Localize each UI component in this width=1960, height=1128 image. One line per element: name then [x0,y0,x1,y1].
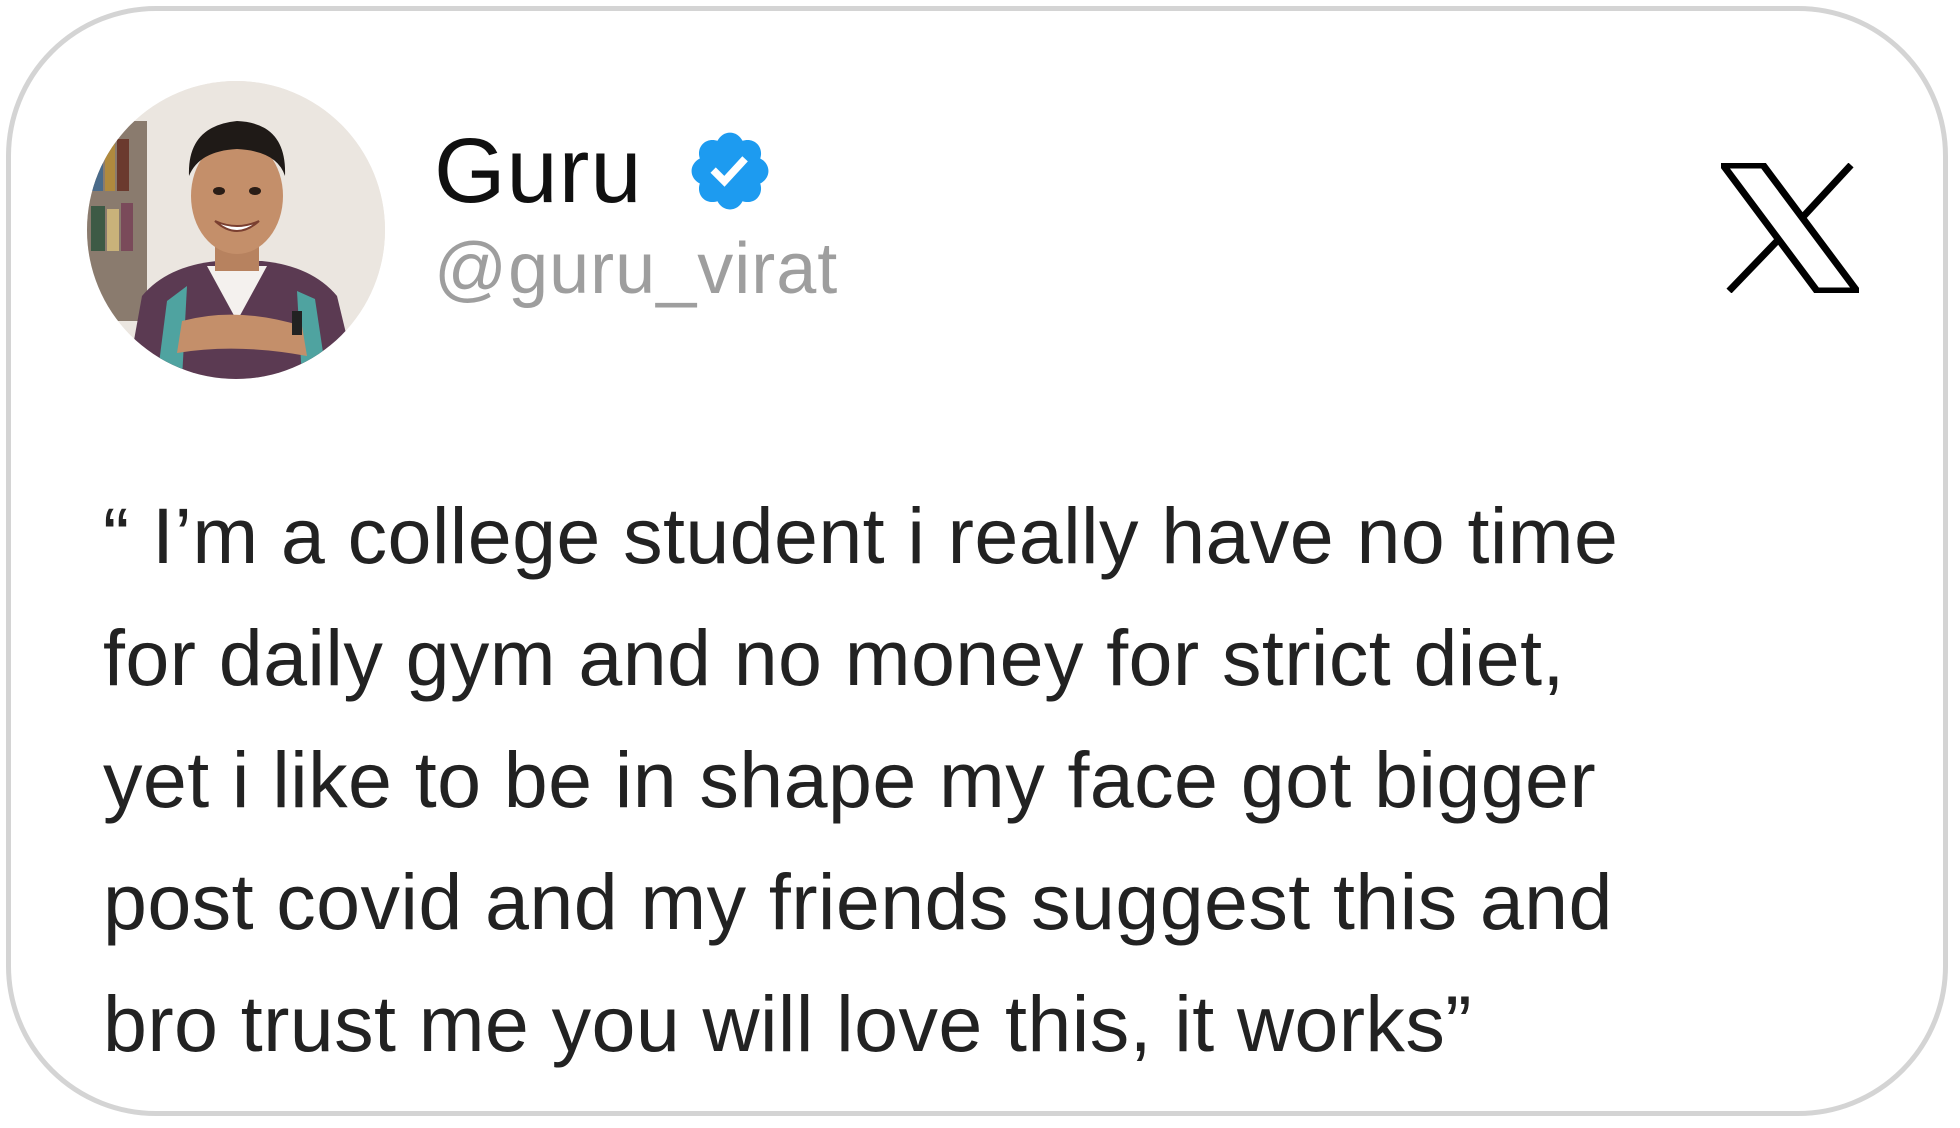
name-row: Guru [434,116,775,226]
tweet-line: for daily gym and no money for strict di… [103,613,1565,702]
display-name[interactable]: Guru [434,125,643,217]
tweet-card: Guru @guru_virat “ I’m a college student… [6,6,1948,1116]
tweet-line: post covid and my friends suggest this a… [103,857,1613,946]
x-logo-icon[interactable] [1721,163,1859,293]
tweet-text: “ I’m a college student i really have no… [103,475,1903,1085]
avatar[interactable] [87,81,385,379]
tweet-line: “ I’m a college student i really have no… [103,491,1619,580]
verified-badge-icon [691,132,768,210]
avatar-photo [87,81,385,379]
tweet-line: yet i like to be in shape my face got bi… [103,735,1597,824]
user-handle[interactable]: @guru_virat [434,233,838,305]
tweet-line: bro trust me you will love this, it work… [103,979,1472,1068]
